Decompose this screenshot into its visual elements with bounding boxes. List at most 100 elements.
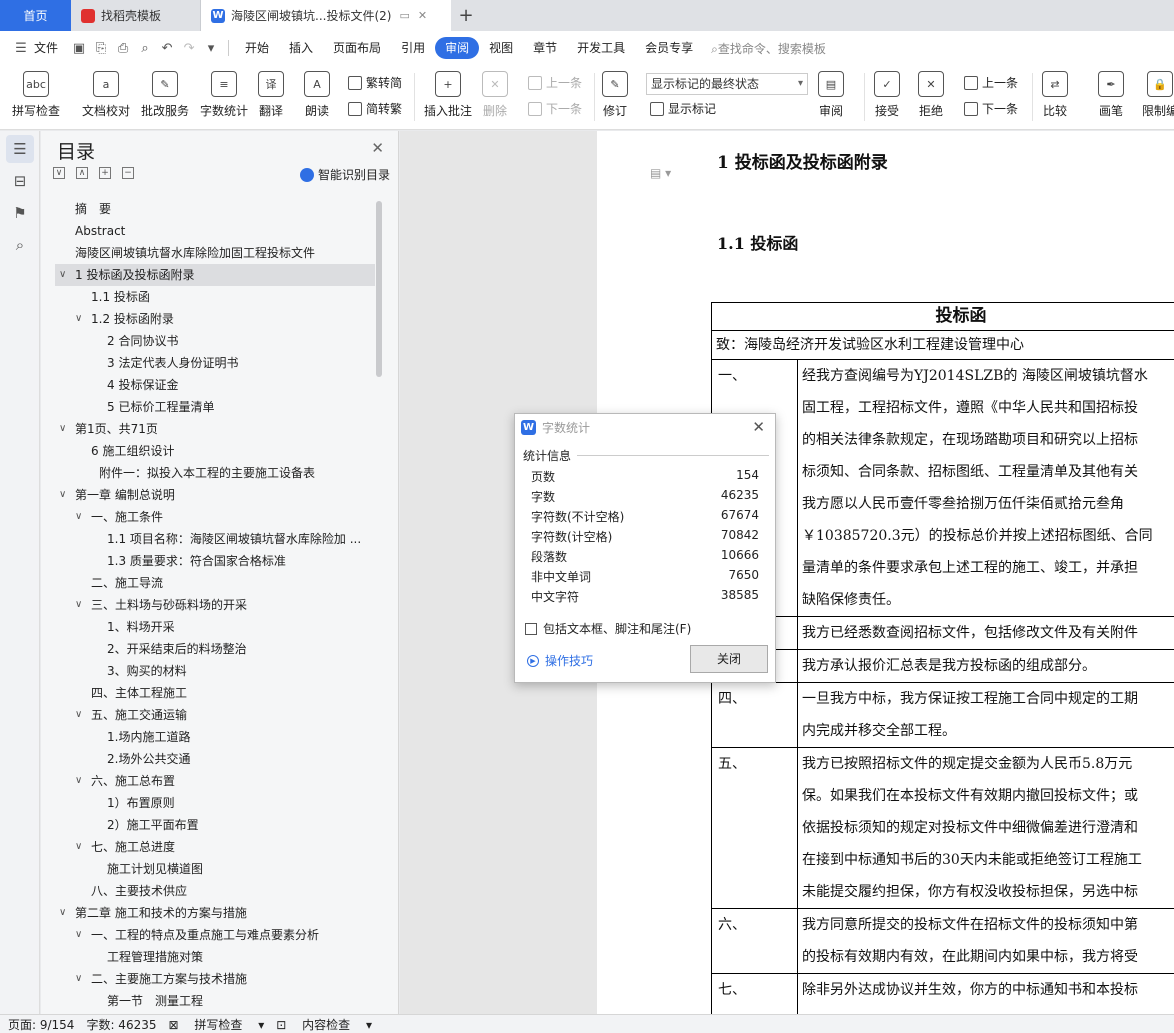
toc-item[interactable]: 2）施工平面布置 — [55, 814, 375, 836]
toc-item[interactable]: 工程管理措施对策 — [55, 946, 375, 968]
remove-heading-icon[interactable]: − — [122, 167, 134, 179]
pen-button[interactable]: ✒ 画笔 — [1098, 71, 1124, 119]
menu-insert[interactable]: 插入 — [279, 37, 323, 59]
toc-item[interactable]: 1）布置原则 — [55, 792, 375, 814]
chevron-down-icon[interactable]: ∨ — [75, 770, 82, 792]
restrict-editing-button[interactable]: 🔒 限制编 — [1142, 71, 1174, 119]
word-count-indicator[interactable]: 字数: 46235 — [86, 1016, 156, 1033]
prev-change-button[interactable]: 上一条 — [964, 74, 1018, 91]
tab-document[interactable]: W 海陵区闸坡镇坑...投标文件(2) ▭ ✕ — [201, 0, 451, 31]
show-markup-button[interactable]: 显示标记 — [650, 100, 716, 117]
chevron-down-icon[interactable]: ∨ — [75, 594, 82, 616]
toc-item[interactable]: 八、主要技术供应 — [55, 880, 375, 902]
toc-item[interactable]: 3、购买的材料 — [55, 660, 375, 682]
markup-state-select[interactable]: 显示标记的最终状态 — [646, 73, 808, 95]
print-preview-icon[interactable]: ⌕ — [134, 37, 156, 59]
undo-icon[interactable]: ↶ — [156, 37, 178, 59]
translate-button[interactable]: 译 翻译 — [258, 71, 284, 119]
expand-icon[interactable]: ∨ — [53, 167, 65, 179]
chevron-down-icon[interactable]: ∨ — [75, 924, 82, 946]
menu-section[interactable]: 章节 — [523, 37, 567, 59]
include-textbox-checkbox[interactable]: 包括文本框、脚注和尾注(F) — [525, 620, 691, 637]
reject-button[interactable]: ✕ 拒绝 — [918, 71, 944, 119]
chevron-down-icon[interactable]: ∨ — [59, 484, 66, 506]
chevron-down-icon[interactable]: ∨ — [75, 968, 82, 990]
save-icon[interactable]: ▣ — [68, 37, 90, 59]
menu-developer[interactable]: 开发工具 — [567, 37, 635, 59]
toc-item[interactable]: ∨ 二、主要施工方案与技术措施 — [55, 968, 375, 990]
toc-item[interactable]: 1.场内施工道路 — [55, 726, 375, 748]
tab-template[interactable]: 找稻壳模板 — [71, 0, 201, 31]
menu-view[interactable]: 视图 — [479, 37, 523, 59]
menu-member[interactable]: 会员专享 — [635, 37, 703, 59]
review-pane-button[interactable]: ▤ 审阅 — [818, 71, 844, 119]
next-change-button[interactable]: 下一条 — [964, 100, 1018, 117]
new-tab-button[interactable]: + — [451, 0, 481, 31]
read-aloud-button[interactable]: A 朗读 — [304, 71, 330, 119]
track-changes-button[interactable]: ✎ 修订 — [602, 71, 628, 119]
word-count-button[interactable]: ≡ 字数统计 — [200, 71, 248, 119]
toc-item[interactable]: 1.3 质量要求：符合国家合格标准 — [55, 550, 375, 572]
add-heading-icon[interactable]: + — [99, 167, 111, 179]
chapter-icon[interactable]: ⊟ — [6, 167, 34, 195]
content-check-status[interactable]: ⊡ 内容检查 ▾ — [276, 1016, 372, 1033]
menu-references[interactable]: 引用 — [391, 37, 435, 59]
toc-item[interactable]: 海陵区闸坡镇坑督水库除险加固工程投标文件 — [55, 242, 375, 264]
to-traditional-button[interactable]: 繁转简 — [348, 74, 402, 91]
smart-toc-button[interactable]: 智能识别目录 — [299, 166, 390, 183]
toc-item[interactable]: ∨ 1 投标函及投标函附录 — [55, 264, 375, 286]
toc-item[interactable]: ∨ 七、施工总进度 — [55, 836, 375, 858]
chevron-down-icon[interactable]: ∨ — [75, 308, 82, 330]
chevron-down-icon[interactable]: ∨ — [75, 836, 82, 858]
toc-icon[interactable]: ☰ — [6, 135, 34, 163]
bookmark-icon[interactable]: ⚑ — [6, 199, 34, 227]
find-icon[interactable]: ⌕ — [6, 231, 34, 259]
toc-item[interactable]: 2、开采结束后的料场整治 — [55, 638, 375, 660]
spellcheck-status[interactable]: ⊠ 拼写检查 ▾ — [169, 1016, 265, 1033]
chevron-down-icon[interactable]: ∨ — [59, 902, 66, 924]
close-icon[interactable]: ✕ — [371, 139, 384, 157]
more-icon[interactable]: ▾ — [200, 37, 222, 59]
toc-item[interactable]: ∨ 六、施工总布置 — [55, 770, 375, 792]
export-pdf-icon[interactable]: ⎘ — [90, 37, 112, 59]
insert-comment-button[interactable]: + 插入批注 — [424, 71, 472, 119]
toc-item[interactable]: 四、主体工程施工 — [55, 682, 375, 704]
collapse-icon[interactable]: ∧ — [76, 167, 88, 179]
toc-item[interactable]: ∨ 1.2 投标函附录 — [55, 308, 375, 330]
window-icon[interactable]: ▭ — [399, 9, 409, 22]
close-tab-icon[interactable]: ✕ — [418, 9, 427, 22]
print-icon[interactable]: ⎙ — [112, 37, 134, 59]
toc-item[interactable]: 6 施工组织设计 — [55, 440, 375, 462]
toc-item[interactable]: 2 合同协议书 — [55, 330, 375, 352]
close-button[interactable]: 关闭 — [690, 645, 768, 673]
tips-link[interactable]: ▶ 操作技巧 — [527, 652, 593, 669]
toc-item[interactable]: 4 投标保证金 — [55, 374, 375, 396]
menu-review[interactable]: 审阅 — [435, 37, 480, 59]
toc-item[interactable]: 2.场外公共交通 — [55, 748, 375, 770]
close-icon[interactable]: ✕ — [752, 418, 765, 436]
document-icon[interactable]: ▤ ▾ — [650, 166, 671, 180]
toc-item[interactable]: 二、施工导流 — [55, 572, 375, 594]
toc-item[interactable]: 附件一：拟投入本工程的主要施工设备表 — [55, 462, 375, 484]
toc-scrollbar[interactable] — [376, 201, 382, 377]
toc-item[interactable]: ∨ 一、工程的特点及重点施工与难点要素分析 — [55, 924, 375, 946]
toc-item[interactable]: 摘 要 — [55, 198, 375, 220]
menu-start[interactable]: 开始 — [235, 37, 279, 59]
prev-comment-button[interactable]: 上一条 — [528, 74, 582, 91]
chevron-down-icon[interactable]: ∨ — [59, 264, 66, 286]
toc-item[interactable]: Abstract — [55, 220, 375, 242]
to-simplified-button[interactable]: 简转繁 — [348, 100, 402, 117]
page-indicator[interactable]: 页面: 9/154 — [8, 1016, 74, 1033]
next-comment-button[interactable]: 下一条 — [528, 100, 582, 117]
chevron-down-icon[interactable]: ∨ — [59, 418, 66, 440]
annotate-service-button[interactable]: ✎ 批改服务 — [141, 71, 189, 119]
toc-item[interactable]: ∨ 第1页、共71页 — [55, 418, 375, 440]
proofread-button[interactable]: a 文档校对 — [82, 71, 130, 119]
command-search[interactable]: ⌕查找命令、搜索模板 — [711, 40, 826, 57]
toc-item[interactable]: ∨ 第二章 施工和技术的方案与措施 — [55, 902, 375, 924]
toc-item[interactable]: ∨ 第一章 编制总说明 — [55, 484, 375, 506]
toc-item[interactable]: 1.1 项目名称：海陵区闸坡镇坑督水库除险加 ... — [55, 528, 375, 550]
hamburger-icon[interactable]: ☰ — [10, 37, 32, 59]
toc-item[interactable]: ∨ 三、土料场与砂砾料场的开采 — [55, 594, 375, 616]
toc-item[interactable]: 3 法定代表人身份证明书 — [55, 352, 375, 374]
